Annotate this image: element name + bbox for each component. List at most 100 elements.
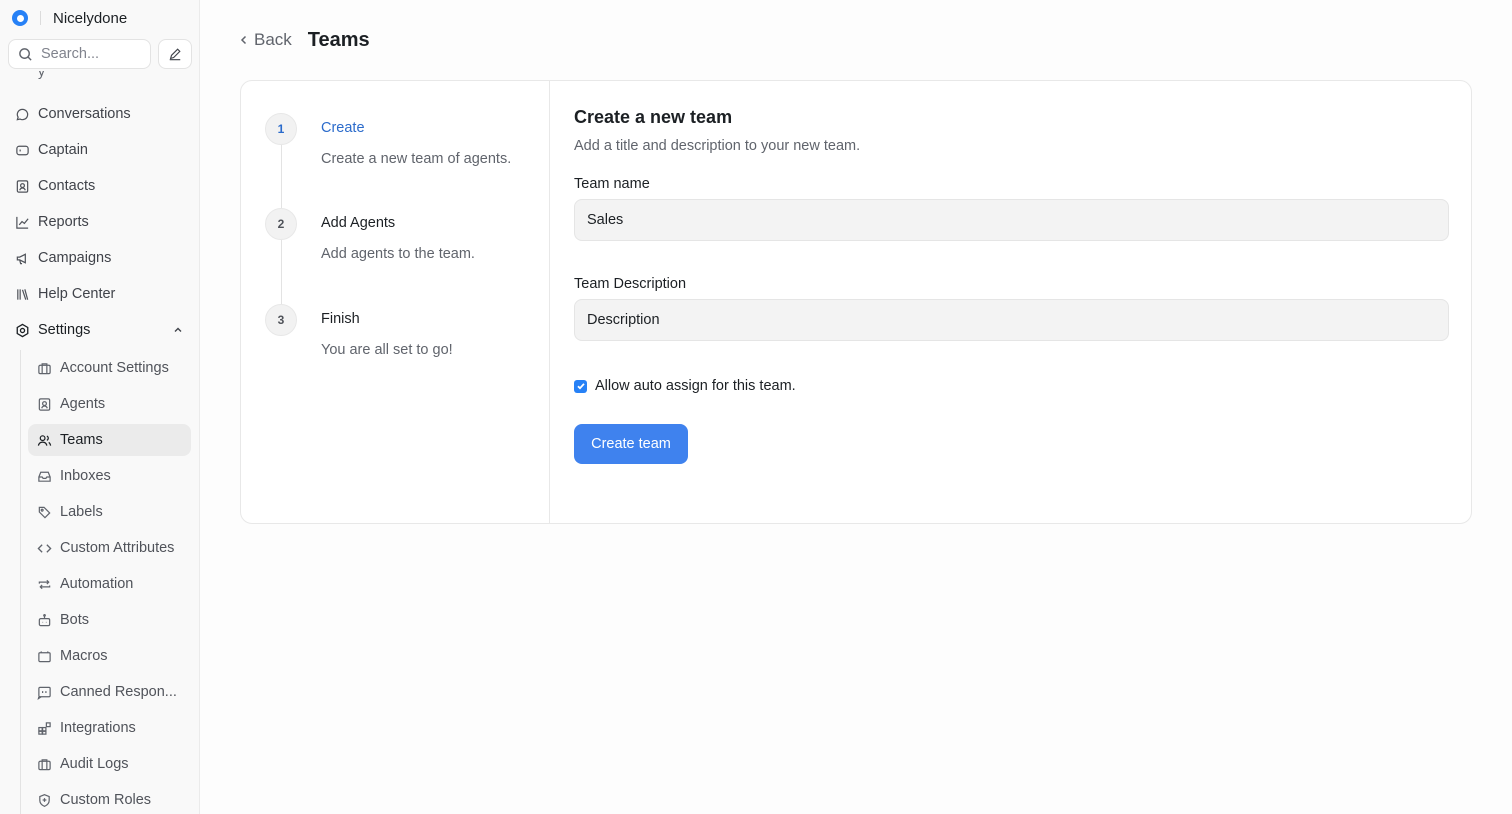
step-connector — [281, 144, 282, 216]
settings-item-canned-responses[interactable]: Canned Respon... — [28, 676, 191, 708]
settings-item-label: Bots — [60, 612, 90, 628]
settings-item-agents[interactable]: Agents — [28, 388, 191, 420]
brand-logo-icon — [12, 10, 28, 26]
people-icon — [36, 432, 52, 448]
chat-bubble-icon — [14, 106, 30, 122]
team-description-label: Team Description — [574, 276, 687, 292]
auto-assign-checkbox[interactable] — [574, 379, 587, 393]
settings-item-labels[interactable]: Labels — [28, 496, 191, 528]
chevron-up-icon[interactable] — [172, 324, 184, 336]
sidebar: Nicelydone y Conversations Captain Conta… — [0, 0, 200, 814]
auto-assign-row: Allow auto assign for this team. — [574, 378, 796, 394]
settings-item-inboxes[interactable]: Inboxes — [28, 460, 191, 492]
settings-item-macros[interactable]: Macros — [28, 640, 191, 672]
create-team-button[interactable]: Create team — [574, 424, 688, 464]
nav-item-label: Conversations — [38, 106, 131, 122]
settings-item-audit-logs[interactable]: Audit Logs — [28, 748, 191, 780]
settings-item-teams[interactable]: Teams — [28, 424, 191, 456]
settings-item-integrations[interactable]: Integrations — [28, 712, 191, 744]
settings-item-account-settings[interactable]: Account Settings — [28, 352, 191, 384]
settings-item-custom-attributes[interactable]: Custom Attributes — [28, 532, 191, 564]
briefcase-icon — [36, 360, 52, 376]
code-icon — [36, 540, 52, 556]
wizard-steps: 1 Create Create a new team of agents. 2 … — [241, 81, 550, 523]
settings-item-label: Automation — [60, 576, 134, 592]
auto-assign-label: Allow auto assign for this team. — [595, 378, 796, 394]
nav-item-contacts[interactable]: Contacts — [8, 170, 192, 202]
page-header: Back Teams — [238, 28, 370, 52]
pencil-icon — [169, 48, 181, 61]
library-icon — [14, 286, 30, 302]
quote-icon — [36, 684, 52, 700]
step-title: Create — [321, 120, 365, 136]
chevron-left-icon — [240, 35, 247, 45]
settings-tree-line — [20, 350, 21, 814]
settings-item-custom-roles[interactable]: Custom Roles — [28, 784, 191, 814]
settings-item-label: Canned Respon... — [60, 684, 177, 700]
step-title: Add Agents — [321, 215, 396, 231]
search-icon — [19, 47, 32, 61]
step-title: Finish — [321, 311, 360, 327]
step-description: Add agents to the team. — [321, 246, 475, 262]
settings-item-label: Teams — [60, 432, 103, 448]
nav-item-label: Reports — [38, 214, 89, 230]
nav-item-label: Settings — [38, 322, 91, 338]
checkmark-icon — [576, 383, 585, 390]
settings-item-label: Agents — [60, 396, 106, 412]
compose-button[interactable] — [158, 39, 192, 69]
team-name-input[interactable] — [574, 199, 1449, 241]
megaphone-icon — [14, 250, 30, 266]
back-label: Back — [254, 30, 292, 49]
form-subtitle: Add a title and description to your new … — [574, 138, 861, 154]
gear-icon — [14, 322, 30, 338]
form-title: Create a new team — [574, 107, 733, 127]
inbox-icon — [36, 468, 52, 484]
grid-plus-icon — [36, 720, 52, 736]
shield-icon — [36, 792, 52, 808]
settings-item-label: Custom Attributes — [60, 540, 175, 556]
folder-icon — [36, 648, 52, 664]
step-description: You are all set to go! — [321, 342, 453, 358]
brand-name: Nicelydone — [53, 9, 128, 27]
step-connector — [281, 239, 282, 311]
nav-item-reports[interactable]: Reports — [8, 206, 192, 238]
line-chart-icon — [14, 214, 30, 230]
agent-icon — [36, 396, 52, 412]
tag-icon — [36, 504, 52, 520]
team-description-input[interactable] — [574, 299, 1449, 341]
step-number: 3 — [265, 304, 297, 336]
settings-item-automation[interactable]: Automation — [28, 568, 191, 600]
brand[interactable]: Nicelydone — [12, 9, 127, 27]
page-title: Teams — [307, 28, 370, 51]
settings-item-label: Macros — [60, 648, 108, 664]
settings-item-label: Integrations — [60, 720, 136, 736]
bot-icon — [36, 612, 52, 628]
nav-item-help-center[interactable]: Help Center — [8, 278, 192, 310]
captain-icon — [14, 142, 30, 158]
nav-item-label: Help Center — [38, 286, 116, 302]
step-number: 1 — [265, 113, 297, 145]
settings-item-label: Labels — [60, 504, 103, 520]
settings-item-label: Audit Logs — [60, 756, 129, 772]
team-name-label: Team name — [574, 176, 650, 192]
scrolled-nav-item: y — [38, 71, 45, 79]
settings-item-label: Account Settings — [60, 360, 169, 376]
settings-item-label: Custom Roles — [60, 792, 152, 808]
arrows-swap-icon — [36, 576, 52, 592]
nav-item-label: Campaigns — [38, 250, 112, 266]
search-input[interactable] — [41, 46, 141, 62]
nav-item-settings[interactable]: Settings — [8, 314, 192, 346]
nav-item-campaigns[interactable]: Campaigns — [8, 242, 192, 274]
search-box[interactable] — [8, 39, 151, 69]
briefcase-icon — [36, 756, 52, 772]
contact-card-icon — [14, 178, 30, 194]
nav-item-captain[interactable]: Captain — [8, 134, 192, 166]
divider — [40, 11, 41, 25]
step-number: 2 — [265, 208, 297, 240]
create-team-card: 1 Create Create a new team of agents. 2 … — [240, 80, 1472, 524]
settings-item-bots[interactable]: Bots — [28, 604, 191, 636]
settings-item-label: Inboxes — [60, 468, 111, 484]
nav-item-label: Captain — [38, 142, 88, 158]
back-button[interactable]: Back — [238, 30, 292, 50]
nav-item-conversations[interactable]: Conversations — [8, 98, 192, 130]
